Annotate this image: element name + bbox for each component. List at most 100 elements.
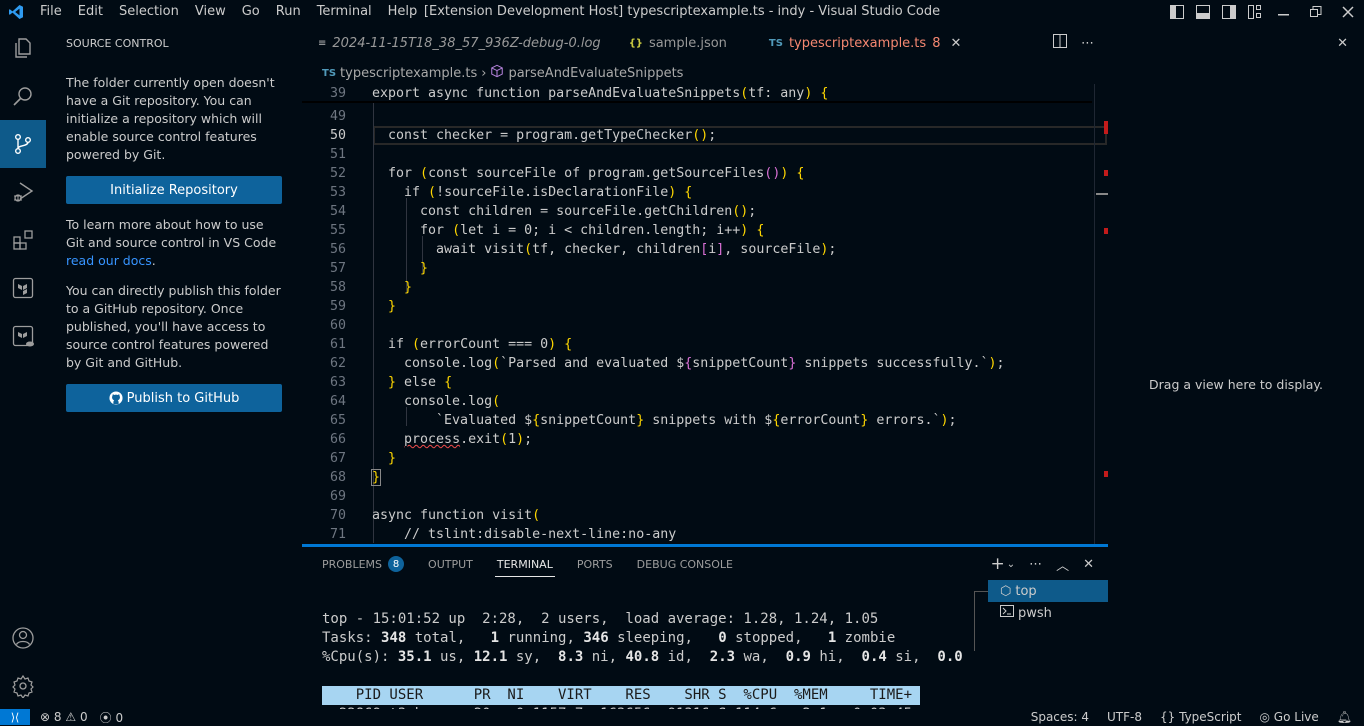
- line-number: 39: [329, 86, 346, 101]
- more-actions-icon[interactable]: ⋯: [1081, 36, 1094, 51]
- notifications-bell-icon[interactable]: 🔔︎: [1337, 710, 1352, 724]
- close-secondary-sidebar-icon[interactable]: ✕: [1337, 36, 1348, 51]
- activity-terraform-cloud[interactable]: [0, 312, 46, 360]
- activity-extensions[interactable]: [0, 216, 46, 264]
- menu-view[interactable]: View: [187, 0, 234, 24]
- code-line[interactable]: 64 console.log(: [302, 392, 1108, 411]
- activity-manage[interactable]: [0, 662, 46, 710]
- code-text: }: [388, 299, 397, 314]
- code-line[interactable]: 50 const checker = program.getTypeChecke…: [302, 126, 1108, 145]
- maximize-panel-icon[interactable]: ︿: [1056, 555, 1069, 574]
- tab-close-icon[interactable]: ✕: [950, 36, 961, 51]
- secondary-sidebar: ✕ Drag a view here to display.: [1108, 24, 1364, 709]
- terminal-name: pwsh: [1018, 605, 1052, 621]
- chevron-down-icon[interactable]: ⌄: [1007, 559, 1015, 570]
- code-text: if (!sourceFile.isDeclarationFile) {: [372, 185, 693, 200]
- close-window-icon[interactable]: [1332, 0, 1364, 24]
- error-count: 8: [53, 710, 62, 724]
- panel-tab-problems[interactable]: PROBLEMS 8: [322, 547, 405, 581]
- code-line[interactable]: 66 process.exit(1);: [302, 430, 1108, 449]
- breadcrumb-symbol[interactable]: parseAndEvaluateSnippets: [508, 66, 683, 81]
- tab-label: typescriptexample.ts: [788, 35, 927, 51]
- code-text: } else {: [388, 375, 453, 390]
- terraform-cloud-icon: [12, 325, 34, 347]
- activity-terraform[interactable]: [0, 264, 46, 312]
- panel-tab-output[interactable]: OUTPUT: [428, 547, 473, 581]
- tab-typescriptexample[interactable]: TS typescriptexample.ts 8 ✕: [741, 24, 975, 62]
- activity-search[interactable]: [0, 72, 46, 120]
- read-docs-link[interactable]: read our docs: [66, 253, 152, 268]
- terminal-output[interactable]: top - 15:01:52 up 2:28, 2 users, load av…: [322, 591, 963, 724]
- menu-file[interactable]: File: [32, 0, 70, 24]
- line-number: 70: [329, 508, 346, 523]
- menu-selection[interactable]: Selection: [111, 0, 187, 24]
- code-line[interactable]: 55 for (let i = 0; i < children.length; …: [302, 221, 1108, 240]
- menu-run[interactable]: Run: [268, 0, 309, 24]
- code-editor[interactable]: 39 export async function parseAndEvaluate…: [302, 84, 1108, 544]
- panel-tab-ports[interactable]: PORTS: [577, 547, 613, 581]
- code-line[interactable]: 59 }: [302, 297, 1108, 316]
- go-live-button[interactable]: ◎ Go Live: [1259, 710, 1318, 724]
- terminal-item-pwsh[interactable]: pwsh: [974, 602, 1108, 624]
- publish-to-github-button[interactable]: Publish to GitHub: [66, 384, 282, 412]
- new-terminal-icon[interactable]: +: [990, 554, 1004, 574]
- warning-count: 0: [79, 710, 88, 724]
- menu-help[interactable]: Help: [380, 0, 426, 24]
- code-line[interactable]: 39 export async function parseAndEvaluate…: [302, 84, 1092, 103]
- customize-layout-icon[interactable]: [1242, 0, 1268, 24]
- activity-explorer[interactable]: [0, 24, 46, 72]
- panel-tab-terminal[interactable]: TERMINAL: [494, 547, 555, 581]
- code-line[interactable]: 57 }: [302, 259, 1108, 278]
- restore-icon[interactable]: [1300, 0, 1332, 24]
- terminal-item-top[interactable]: ⬡ top: [988, 580, 1108, 602]
- code-line[interactable]: 51: [302, 145, 1108, 164]
- close-panel-icon[interactable]: ✕: [1083, 557, 1094, 572]
- code-line[interactable]: 58 }: [302, 278, 1108, 297]
- indentation-status[interactable]: Spaces: 4: [1031, 710, 1089, 724]
- code-line[interactable]: 70 async function visit(: [302, 506, 1108, 525]
- search-icon: [13, 87, 32, 106]
- initialize-repository-button[interactable]: Initialize Repository: [66, 176, 282, 204]
- panel-tab-debug-console[interactable]: DEBUG CONSOLE: [637, 547, 733, 581]
- menu-terminal[interactable]: Terminal: [309, 0, 380, 24]
- split-editor-icon[interactable]: [1053, 34, 1067, 52]
- line-number: 52: [329, 166, 346, 181]
- code-line[interactable]: 60: [302, 316, 1108, 335]
- learn-more-text: To learn more about how to use Git and s…: [66, 216, 282, 270]
- menu-edit[interactable]: Edit: [70, 0, 111, 24]
- code-line[interactable]: 67 }: [302, 449, 1108, 468]
- code-line[interactable]: 49: [302, 107, 1108, 126]
- code-line[interactable]: 52 for (const sourceFile of program.getS…: [302, 164, 1108, 183]
- code-line[interactable]: 54 const children = sourceFile.getChildr…: [302, 202, 1108, 221]
- code-line[interactable]: 62 console.log(`Parsed and evaluated ${s…: [302, 354, 1108, 373]
- tab-debug-log[interactable]: ≡ 2024-11-15T18_38_57_936Z-debug-0.log: [302, 24, 615, 62]
- minimize-icon[interactable]: [1268, 0, 1300, 24]
- menu-go[interactable]: Go: [234, 0, 268, 24]
- code-line[interactable]: 56 await visit(tf, checker, children[i],…: [302, 240, 1108, 259]
- toggle-primary-sidebar-icon[interactable]: [1164, 0, 1190, 24]
- encoding-status[interactable]: UTF-8: [1107, 710, 1142, 724]
- remote-indicator[interactable]: ⟩⟨: [0, 709, 30, 725]
- line-number: 58: [329, 280, 346, 295]
- code-line[interactable]: 69: [302, 487, 1108, 506]
- breadcrumb-file[interactable]: typescriptexample.ts: [340, 66, 477, 81]
- code-line[interactable]: 53 if (!sourceFile.isDeclarationFile) {: [302, 183, 1108, 202]
- activity-accounts[interactable]: [0, 614, 46, 662]
- no-repo-message: The folder currently open doesn't have a…: [66, 75, 275, 162]
- activity-source-control[interactable]: [0, 120, 46, 168]
- toggle-panel-icon[interactable]: [1190, 0, 1216, 24]
- toggle-secondary-sidebar-icon[interactable]: [1216, 0, 1242, 24]
- language-status[interactable]: {} TypeScript: [1160, 710, 1241, 724]
- overview-ruler: [1094, 84, 1095, 544]
- tab-sample-json[interactable]: {} sample.json: [615, 24, 741, 62]
- code-line[interactable]: 68}: [302, 468, 1108, 487]
- problems-status[interactable]: ⊗ 8 ⚠ 0: [40, 710, 88, 724]
- code-line[interactable]: 63 } else {: [302, 373, 1108, 392]
- code-line[interactable]: 61 if (errorCount === 0) {: [302, 335, 1108, 354]
- activity-run-debug[interactable]: [0, 168, 46, 216]
- ports-status[interactable]: ⦿ 0: [100, 709, 123, 726]
- code-line[interactable]: 71 // tslint:disable-next-line:no-any: [302, 525, 1108, 544]
- more-actions-icon[interactable]: ⋯: [1029, 557, 1042, 572]
- code-line[interactable]: 65 `Evaluated ${snippetCount} snippets w…: [302, 411, 1108, 430]
- broadcast-icon: ⦿: [99, 710, 112, 725]
